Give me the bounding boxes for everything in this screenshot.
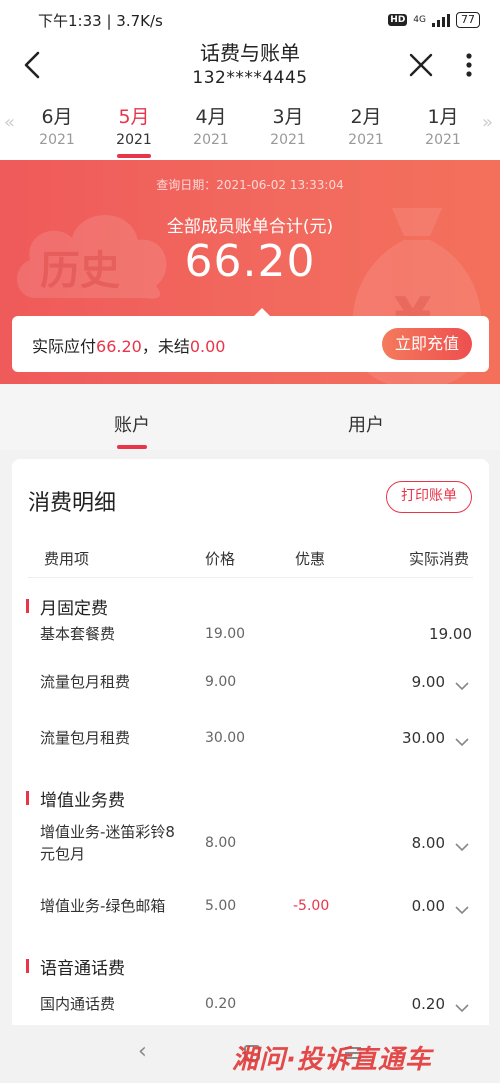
section-monthly-fixed: 月固定费 [26,594,108,619]
row-actual: 0.00 [411,897,445,915]
total-amount: 66.20 [184,236,316,287]
account-user-tabs: 账户 用户 [0,384,500,450]
row-price: 0.20 [205,996,237,1012]
scroll-left-icon[interactable]: « [4,112,15,133]
row-price: 9.00 [205,674,237,690]
row-actual: 9.00 [411,673,445,691]
tab-account[interactable]: 账户 [114,411,150,437]
year-label: 2021 [270,132,306,148]
more-vertical-icon [466,53,472,77]
signal-icon [432,13,450,27]
payment-summary: 实际应付66.20，未结0.00 [32,333,225,357]
row-name: 流量包月租费 [40,673,131,691]
chevron-down-icon[interactable] [454,734,470,750]
title-bar: 话费与账单 132****4445 [0,40,500,92]
scroll-right-icon[interactable]: » [482,112,493,133]
month-label: 1月 [427,106,459,128]
chevron-down-icon[interactable] [454,902,470,918]
month-label: 2月 [350,106,382,128]
section-label: 月固定费 [40,599,108,619]
month-label: 3月 [272,106,304,128]
unsettled-amount: 0.00 [189,337,226,356]
month-label: 5月 [118,106,150,128]
month-tab-mar[interactable]: 3月 2021 [258,104,318,150]
row-actual: 19.00 [429,625,472,643]
column-header-price: 价格 [205,550,236,568]
unsettled-prefix: ，未结 [141,337,190,356]
payment-card: 实际应付66.20，未结0.00 立即充值 [12,308,489,372]
row-price: 19.00 [205,626,246,642]
recharge-button[interactable]: 立即充值 [382,328,472,360]
detail-title: 消费明细 [28,491,117,516]
row-name: 增值业务-迷笛彩铃8 [40,823,175,841]
column-header-item: 费用项 [44,550,90,568]
year-label: 2021 [193,132,229,148]
nav-back-icon[interactable]: ‹ [138,1039,147,1064]
row-discount: -5.00 [293,898,330,914]
status-icons: HD 4G 77 [388,12,480,28]
row-actual: 30.00 [402,729,445,747]
hd-icon: HD [388,14,408,26]
year-label: 2021 [116,132,152,148]
month-tab-feb[interactable]: 2月 2021 [336,104,396,150]
pay-prefix: 实际应付 [32,337,97,356]
tab-user[interactable]: 用户 [348,411,384,437]
query-date: 查询日期：2021-06-02 13:33:04 [156,178,344,192]
month-selector: « 6月 2021 5月 2021 4月 2021 3月 2021 2月 202… [0,92,500,160]
close-icon [409,53,433,77]
row-name: 国内通话费 [40,995,116,1013]
active-tab-indicator [117,445,147,449]
month-label: 4月 [195,106,227,128]
month-tab-jan[interactable]: 1月 2021 [413,104,473,150]
row-actual: 8.00 [411,834,445,852]
month-tab-apr[interactable]: 4月 2021 [181,104,241,150]
watermark-logo: 湘问·投诉直通车 [232,1045,432,1075]
row-actual: 0.20 [411,995,445,1013]
row-price: 8.00 [205,835,237,851]
divider [28,577,473,578]
network-type: 4G [413,15,426,25]
chevron-down-icon[interactable] [454,678,470,694]
total-label: 全部成员账单合计(元) [166,217,334,237]
year-label: 2021 [425,132,461,148]
battery-icon: 77 [456,12,480,28]
section-label: 语音通话费 [40,959,125,979]
more-button[interactable] [458,48,480,82]
pay-amount: 66.20 [96,337,142,356]
row-name: 增值业务-绿色邮箱 [40,897,166,915]
chevron-down-icon[interactable] [454,1000,470,1016]
row-name: 元包月 [40,845,86,863]
card-notch [254,308,270,316]
year-label: 2021 [348,132,384,148]
month-tab-may[interactable]: 5月 2021 [104,104,164,150]
chevron-down-icon[interactable] [454,839,470,855]
section-voice: 语音通话费 [26,954,125,979]
close-button[interactable] [405,48,437,82]
battery-level: 77 [461,13,475,26]
column-header-discount: 优惠 [295,550,326,568]
month-label: 6月 [41,106,73,128]
year-label: 2021 [39,132,75,148]
row-price: 5.00 [205,898,237,914]
section-label: 增值业务费 [40,791,125,811]
consumption-detail-card: 消费明细 打印账单 费用项 价格 优惠 实际消费 月固定费 基本套餐费 19.0… [12,459,489,1059]
bill-summary-banner: 历史 ¥ 查询日期：2021-06-02 13:33:04 全部成员账单合计(元… [0,160,500,384]
print-bill-button[interactable]: 打印账单 [386,481,472,513]
section-value-added: 增值业务费 [26,786,125,811]
status-bar: 下午1:33 | 3.7K/s HD 4G 77 [0,0,500,40]
row-name: 基本套餐费 [40,625,116,643]
status-time-speed: 下午1:33 | 3.7K/s [38,11,163,30]
system-nav-bar: ‹ 湘问·投诉直通车 [0,1025,500,1083]
month-tab-jun[interactable]: 6月 2021 [27,104,87,150]
row-name: 流量包月租费 [40,729,131,747]
column-header-actual: 实际消费 [409,550,470,568]
row-price: 30.00 [205,730,246,746]
active-month-indicator [117,154,151,158]
